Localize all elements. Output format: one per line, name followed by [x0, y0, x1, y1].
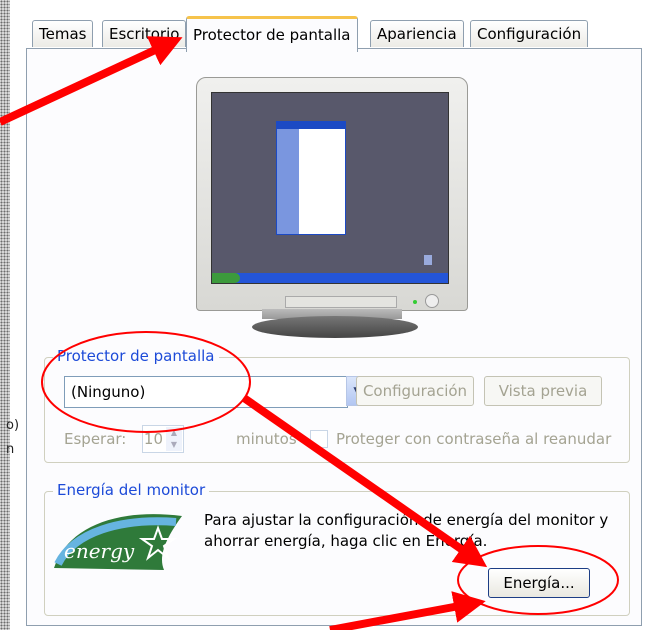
password-label: Proteger con contraseña al reanudar [336, 430, 612, 448]
minutes-label: minutos [236, 430, 297, 448]
wait-minutes-spinner[interactable]: 10 ▲ ▼ [142, 425, 184, 453]
tab-configuracion[interactable]: Configuración [470, 20, 589, 47]
energy-logo-text: energy [64, 539, 135, 563]
power-description: Para ajustar la configuración de energía… [204, 511, 609, 550]
screensaver-selected-value: (Ninguno) [71, 383, 146, 401]
wait-label: Esperar: [64, 430, 127, 448]
password-checkbox[interactable] [310, 430, 328, 448]
energy-star-logo: energy [48, 508, 188, 574]
preview-button[interactable]: Vista previa [484, 376, 602, 406]
wait-minutes-value: 10 [143, 430, 163, 448]
preview-taskbar [212, 273, 448, 283]
screensaver-select[interactable]: (Ninguno) [64, 376, 348, 408]
power-led-icon [413, 300, 417, 304]
background-text-fragment: n [6, 442, 15, 457]
background-window-edge [0, 0, 10, 630]
monitor-bezel-slot [285, 296, 397, 308]
tab-temas[interactable]: Temas [32, 20, 94, 47]
preview-window-thumbnail [276, 121, 346, 235]
background-text-fragment: o) [6, 418, 20, 433]
recycle-bin-icon [424, 255, 432, 265]
tab-apariencia[interactable]: Apariencia [370, 20, 464, 47]
tab-protector-de-pantalla[interactable]: Protector de pantalla [186, 16, 358, 52]
up-down-arrows-icon[interactable]: ▲ ▼ [166, 427, 182, 451]
monitor-power-group-title: Energía del monitor [53, 481, 210, 499]
power-button-icon [425, 294, 439, 308]
monitor-stand-base [252, 316, 418, 338]
screensaver-group-title: Protector de pantalla [53, 347, 219, 365]
preview-screen [211, 92, 449, 284]
settings-button[interactable]: Configuración [356, 376, 474, 406]
tab-escritorio[interactable]: Escritorio [102, 20, 187, 47]
monitor-preview [196, 77, 468, 311]
power-button[interactable]: Energía... [488, 568, 590, 598]
preview-start-button [212, 273, 240, 283]
